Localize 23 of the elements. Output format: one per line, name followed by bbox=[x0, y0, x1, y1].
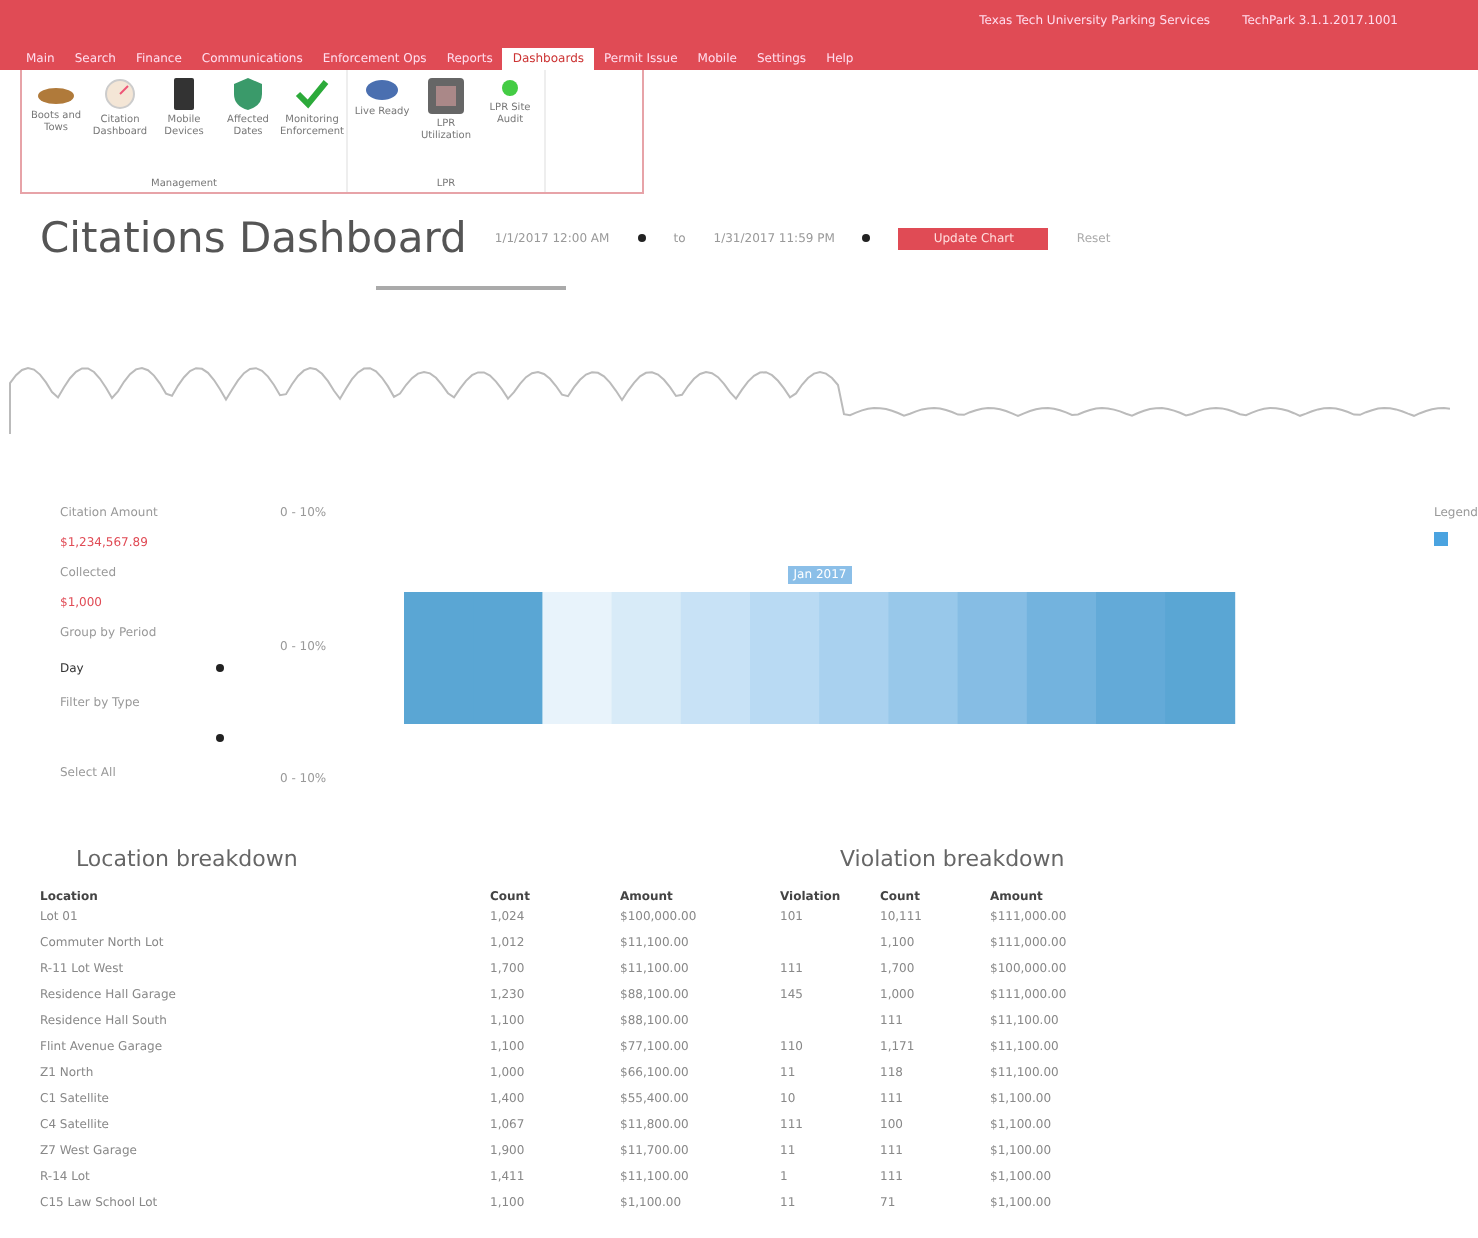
heatmap-cell bbox=[473, 592, 544, 724]
heatmap-cell bbox=[680, 592, 751, 724]
check-icon bbox=[294, 78, 330, 110]
page-title: Citations Dashboard bbox=[40, 214, 467, 262]
heatmap-cell bbox=[888, 592, 959, 724]
phone-icon bbox=[174, 78, 194, 110]
heatmap-cell bbox=[819, 592, 890, 724]
heatmap-cell bbox=[1026, 592, 1097, 724]
heatmap-cell bbox=[750, 592, 820, 724]
gauge-icon bbox=[104, 78, 136, 110]
dropdown-icon[interactable] bbox=[862, 234, 871, 242]
heatmap-cell bbox=[542, 592, 613, 724]
heatmap-cell bbox=[404, 592, 474, 724]
heatmap-cell bbox=[1096, 592, 1166, 724]
heatmap-cell bbox=[957, 592, 1028, 724]
shield-icon bbox=[234, 78, 262, 110]
legend-swatch-icon bbox=[1433, 532, 1448, 546]
heatmap-cell bbox=[1165, 592, 1236, 724]
section-title: Location breakdown bbox=[74, 846, 300, 872]
heatmap-cell bbox=[611, 592, 682, 724]
grid-icon bbox=[428, 78, 464, 114]
dropdown-icon[interactable] bbox=[637, 234, 646, 242]
section-title: Violation breakdown bbox=[838, 846, 1067, 872]
